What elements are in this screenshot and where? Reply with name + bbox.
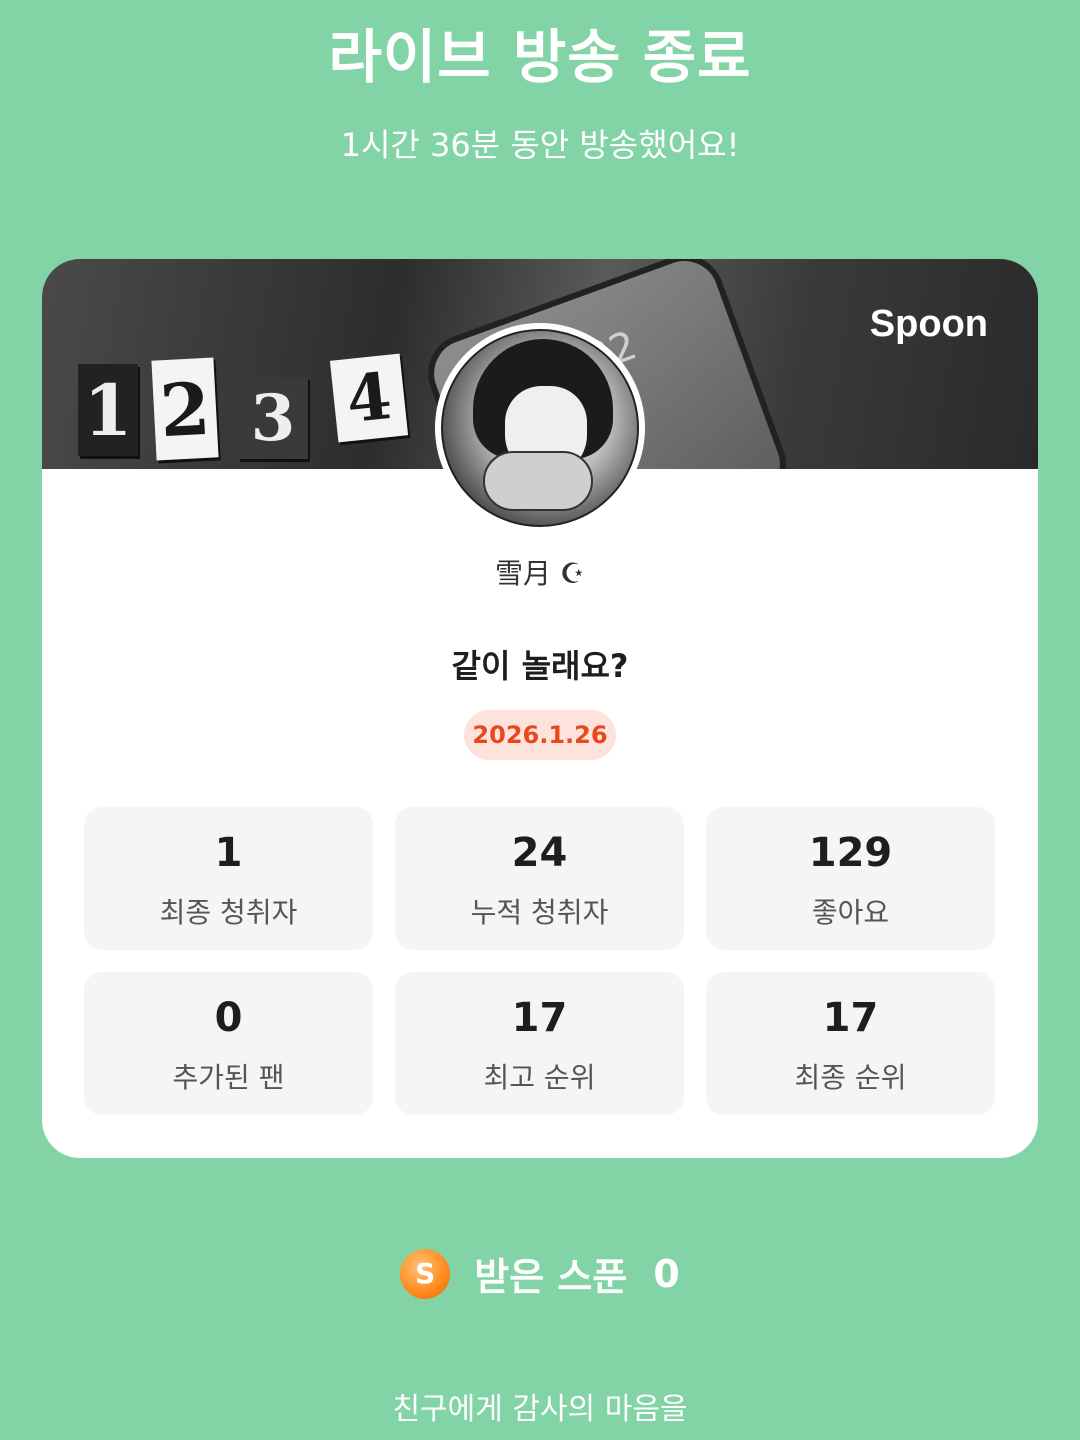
stat-label: 최종 순위 <box>794 1061 907 1094</box>
received-spoons: S 받은 스푼 0 <box>0 1246 1080 1301</box>
page-title: 라이브 방송 종료 <box>328 23 752 91</box>
stat-label: 최고 순위 <box>483 1061 596 1094</box>
stat-value: 0 <box>214 995 243 1041</box>
username: 雪月 ☪ <box>494 557 585 590</box>
stat-best-rank: 17 최고 순위 <box>395 972 684 1115</box>
stats-grid: 1 최종 청취자 24 누적 청취자 129 좋아요 0 추가된 팬 17 최고… <box>84 807 996 1115</box>
avatar-image <box>441 329 639 527</box>
spoon-coin-icon: S <box>400 1248 451 1299</box>
broadcast-summary-card: 32 1 2 3 4 Spoon 雪月 ☪ 같이 놀래요? 2026.1.26 … <box>42 259 1038 1158</box>
banner-tile-3: 3 <box>238 377 308 459</box>
stat-final-rank: 17 최종 순위 <box>706 972 995 1115</box>
stat-value: 17 <box>822 995 879 1041</box>
received-spoons-label: 받은 스푼 <box>474 1255 628 1299</box>
stat-value: 1 <box>214 830 243 876</box>
stat-label: 좋아요 <box>811 896 890 929</box>
avatar[interactable] <box>435 323 645 533</box>
banner-tile-4: 4 <box>329 353 409 443</box>
stat-label: 누적 청취자 <box>470 896 609 929</box>
broadcast-duration-text: 1시간 36분 동안 방송했어요! <box>340 126 740 164</box>
date-badge: 2026.1.26 <box>464 710 616 760</box>
stat-final-listeners: 1 최종 청취자 <box>84 807 373 950</box>
thanks-message: 친구에게 감사의 마음을 <box>392 1392 688 1427</box>
banner-tile-1: 1 <box>78 364 138 456</box>
stat-value: 17 <box>511 995 568 1041</box>
stat-total-listeners: 24 누적 청취자 <box>395 807 684 950</box>
received-spoons-count: 0 <box>653 1251 680 1296</box>
stat-label: 최종 청취자 <box>159 896 298 929</box>
spoon-logo: Spoon <box>869 303 988 345</box>
stat-label: 추가된 팬 <box>172 1061 285 1094</box>
stat-new-fans: 0 추가된 팬 <box>84 972 373 1115</box>
banner-tile-2: 2 <box>151 357 219 461</box>
avatar-hands <box>483 451 593 511</box>
room-title: 같이 놀래요? <box>451 647 629 685</box>
stat-likes: 129 좋아요 <box>706 807 995 950</box>
stat-value: 24 <box>511 830 568 876</box>
stat-value: 129 <box>808 830 893 876</box>
